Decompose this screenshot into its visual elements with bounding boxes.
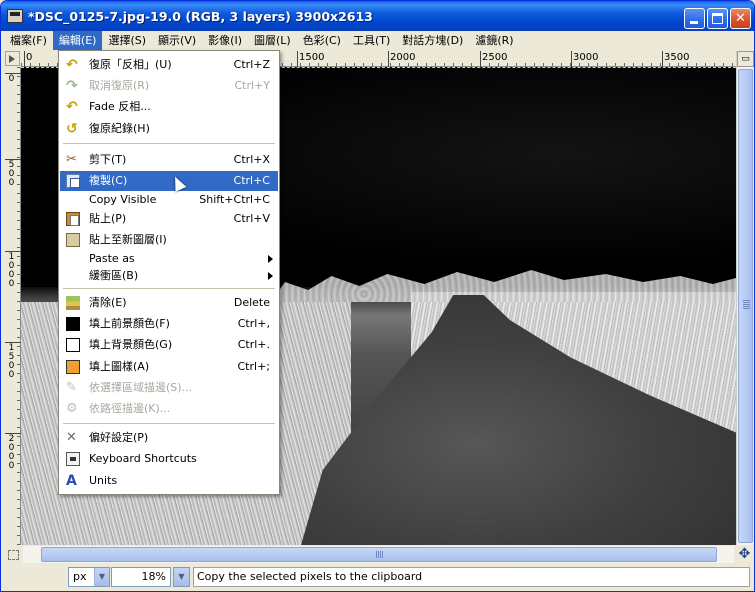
- menu-view[interactable]: 顯示(V): [152, 31, 202, 50]
- menu-item-cut[interactable]: ✂ 剪下(T) Ctrl+X: [60, 150, 278, 170]
- horizontal-scroll-thumb[interactable]: [41, 547, 717, 562]
- chevron-down-icon: ▼: [94, 568, 109, 586]
- ruler-label: 1500: [8, 343, 15, 380]
- vertical-ruler[interactable]: 0 500 1000 1500 2000: [5, 67, 21, 545]
- menu-item-copy[interactable]: 複製(C) Ctrl+C: [60, 171, 278, 191]
- ruler-label: 2000: [8, 434, 15, 471]
- undo-icon: ↶: [66, 57, 78, 73]
- menu-tools[interactable]: 工具(T): [347, 31, 396, 50]
- vertical-scroll-thumb[interactable]: [738, 69, 753, 543]
- submenu-arrow-icon: [268, 255, 273, 263]
- ruler-label: 2500: [482, 52, 508, 63]
- zoom-fit-button[interactable]: ▭: [737, 51, 754, 67]
- horizontal-scrollbar[interactable]: [23, 546, 734, 563]
- menu-filters[interactable]: 濾鏡(R): [469, 31, 519, 50]
- scissors-icon: ✂: [66, 152, 77, 167]
- menu-item-undo[interactable]: ↶ 復原「反相」(U) Ctrl+Z: [60, 55, 278, 75]
- menu-item-copy-visible[interactable]: Copy Visible Shift+Ctrl+C: [60, 190, 278, 210]
- menu-file[interactable]: 檔案(F): [4, 31, 53, 50]
- gimp-image-window: *DSC_0125-7.jpg-19.0 (RGB, 3 layers) 390…: [0, 0, 755, 592]
- history-icon: ↺: [66, 121, 78, 137]
- unit-selector[interactable]: px ▼: [68, 567, 110, 587]
- menu-item-stroke-path[interactable]: ⚙ 依路徑描邊(K)...: [60, 399, 278, 419]
- ruler-label: 3000: [573, 52, 599, 63]
- stroke-selection-icon: ✎: [66, 380, 77, 395]
- menu-item-fade[interactable]: ↶ Fade 反相...: [60, 97, 278, 117]
- zoom-input[interactable]: 18%: [111, 567, 171, 587]
- menu-item-units[interactable]: A Units: [60, 471, 278, 491]
- menu-separator: [63, 288, 275, 289]
- units-icon: A: [66, 473, 77, 489]
- menu-dialogs[interactable]: 對話方塊(D): [396, 31, 469, 50]
- status-message: Copy the selected pixels to the clipboar…: [193, 567, 750, 587]
- menu-item-preferences[interactable]: ✕ 偏好設定(P): [60, 428, 278, 448]
- stroke-path-icon: ⚙: [66, 401, 78, 416]
- gimp-app-icon[interactable]: [7, 9, 23, 23]
- title-bar[interactable]: *DSC_0125-7.jpg-19.0 (RGB, 3 layers) 390…: [1, 1, 754, 31]
- ruler-label: 0: [26, 52, 33, 63]
- menu-item-paste[interactable]: 貼上(P) Ctrl+V: [60, 209, 278, 229]
- ruler-label: 2000: [390, 52, 416, 63]
- menu-item-fill-fg[interactable]: 填上前景顏色(F) Ctrl+,: [60, 314, 278, 334]
- menu-item-stroke-selection[interactable]: ✎ 依選擇區域描邊(S)...: [60, 378, 278, 398]
- close-button[interactable]: ✕: [730, 8, 751, 29]
- menu-image[interactable]: 影像(I): [202, 31, 248, 50]
- navigate-icon[interactable]: ✥: [736, 546, 753, 563]
- copy-icon: [66, 174, 80, 188]
- menu-select[interactable]: 選擇(S): [102, 31, 152, 50]
- minimize-button[interactable]: [684, 8, 705, 29]
- menu-item-fill-bg[interactable]: 填上背景顏色(G) Ctrl+.: [60, 335, 278, 355]
- ruler-label: 1000: [8, 252, 15, 289]
- menu-item-undo-history[interactable]: ↺ 復原紀錄(H): [60, 119, 278, 139]
- vertical-scrollbar[interactable]: ▭: [736, 51, 754, 545]
- clear-icon: [66, 296, 80, 310]
- unit-value: px: [73, 570, 87, 583]
- pattern-icon: [66, 360, 80, 374]
- ruler-label: 500: [8, 160, 15, 188]
- redo-icon: ↷: [66, 78, 78, 94]
- menu-item-redo[interactable]: ↷ 取消復原(R) Ctrl+Y: [60, 76, 278, 96]
- chevron-down-icon: ▼: [174, 568, 189, 586]
- maximize-button[interactable]: [707, 8, 728, 29]
- keyboard-icon: [66, 452, 80, 466]
- fade-icon: ↶: [66, 99, 78, 115]
- edit-menu: ↶ 復原「反相」(U) Ctrl+Z ↷ 取消復原(R) Ctrl+Y ↶ Fa…: [58, 50, 280, 495]
- maximize-icon: [712, 13, 723, 24]
- menu-colors[interactable]: 色彩(C): [297, 31, 347, 50]
- quick-mask-toggle[interactable]: [5, 546, 21, 563]
- status-bar: px ▼ 18% ▼ Copy the selected pixels to t…: [4, 565, 753, 589]
- menu-item-clear[interactable]: 清除(E) Delete: [60, 293, 278, 313]
- menu-separator: [63, 143, 275, 144]
- ruler-label: 0: [8, 74, 15, 84]
- preferences-icon: ✕: [66, 430, 77, 445]
- menu-item-keyboard-shortcuts[interactable]: Keyboard Shortcuts: [60, 449, 278, 469]
- menu-item-buffer[interactable]: 緩衝區(B): [60, 266, 278, 286]
- menubar: 檔案(F) 編輯(E) 選擇(S) 顯示(V) 影像(I) 圖層(L) 色彩(C…: [4, 31, 752, 50]
- submenu-arrow-icon: [268, 272, 273, 280]
- fg-color-icon: [66, 317, 80, 331]
- close-icon: ✕: [735, 11, 746, 26]
- menu-item-fill-pattern[interactable]: 填上圖樣(A) Ctrl+;: [60, 357, 278, 377]
- zoom-dropdown-button[interactable]: ▼: [173, 567, 190, 587]
- menu-separator: [63, 423, 275, 424]
- minimize-icon: [690, 21, 698, 24]
- menu-edit[interactable]: 編輯(E): [52, 31, 103, 50]
- menu-item-paste-new-layer[interactable]: 貼上至新圖層(I): [60, 230, 278, 250]
- ruler-label: 3500: [664, 52, 690, 63]
- menu-layer[interactable]: 圖層(L): [248, 31, 297, 50]
- paste-new-layer-icon: [66, 233, 80, 247]
- bg-color-icon: [66, 338, 80, 352]
- paste-icon: [66, 212, 80, 226]
- ruler-label: 1500: [299, 52, 325, 63]
- ruler-menu-button[interactable]: [5, 51, 20, 66]
- window-title: *DSC_0125-7.jpg-19.0 (RGB, 3 layers) 390…: [28, 9, 373, 24]
